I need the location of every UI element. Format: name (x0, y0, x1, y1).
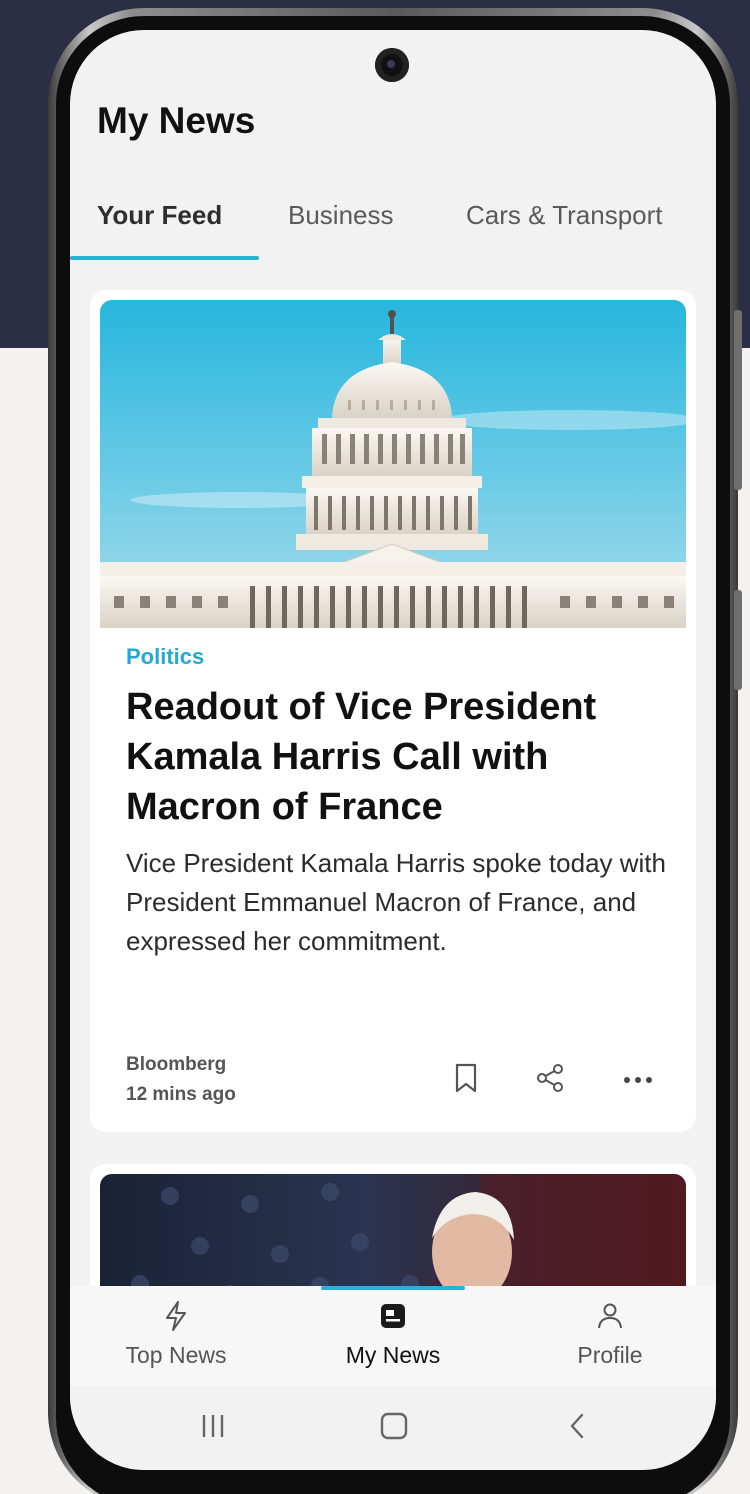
phone-power-button (734, 590, 742, 690)
back-icon (567, 1411, 587, 1446)
active-tab-indicator (70, 256, 259, 260)
back-button[interactable] (552, 1408, 602, 1448)
capitol-building-photo (100, 300, 686, 628)
nav-top-news[interactable]: Top News (86, 1300, 266, 1380)
feed-tabs: Your Feed Business Cars & Transport (70, 190, 716, 262)
phone-volume-button (734, 310, 742, 490)
article-timestamp: 12 mins ago (126, 1084, 236, 1105)
share-icon (535, 1063, 565, 1098)
home-button[interactable] (369, 1408, 419, 1448)
system-navigation-bar (70, 1386, 716, 1470)
tab-your-feed[interactable]: Your Feed (97, 200, 222, 231)
page-title: My News (97, 100, 256, 141)
recents-icon (199, 1412, 227, 1445)
bottom-navigation: Top News My News Profile (70, 1286, 716, 1386)
lightning-icon (163, 1300, 189, 1337)
bookmark-icon (452, 1062, 480, 1099)
nav-label-top-news: Top News (125, 1342, 227, 1368)
front-camera (375, 48, 409, 82)
nav-label-profile: Profile (577, 1342, 643, 1368)
home-icon (379, 1411, 409, 1446)
bookmark-button[interactable] (444, 1058, 488, 1102)
nav-my-news[interactable]: My News (303, 1300, 483, 1380)
nav-label-my-news: My News (345, 1342, 441, 1368)
phone-screen: My News Your Feed Business Cars & Transp… (70, 30, 716, 1470)
nav-profile[interactable]: Profile (520, 1300, 700, 1380)
article-headline[interactable]: Readout of Vice President Kamala Harris … (126, 682, 676, 832)
news-icon (379, 1302, 407, 1335)
tab-business[interactable]: Business (288, 200, 394, 231)
article-summary: Vice President Kamala Harris spoke today… (126, 848, 666, 956)
person-icon (595, 1301, 625, 1336)
more-options-button[interactable] (616, 1058, 660, 1102)
recents-button[interactable] (188, 1408, 238, 1448)
tab-cars-transport[interactable]: Cars & Transport (466, 200, 663, 231)
article-source: Bloomberg (126, 1054, 227, 1075)
more-icon (623, 1071, 653, 1089)
article-category[interactable]: Politics (126, 644, 204, 670)
active-nav-indicator (321, 1286, 465, 1290)
share-button[interactable] (528, 1058, 572, 1102)
article-card[interactable]: Politics Readout of Vice President Kamal… (90, 290, 696, 1132)
